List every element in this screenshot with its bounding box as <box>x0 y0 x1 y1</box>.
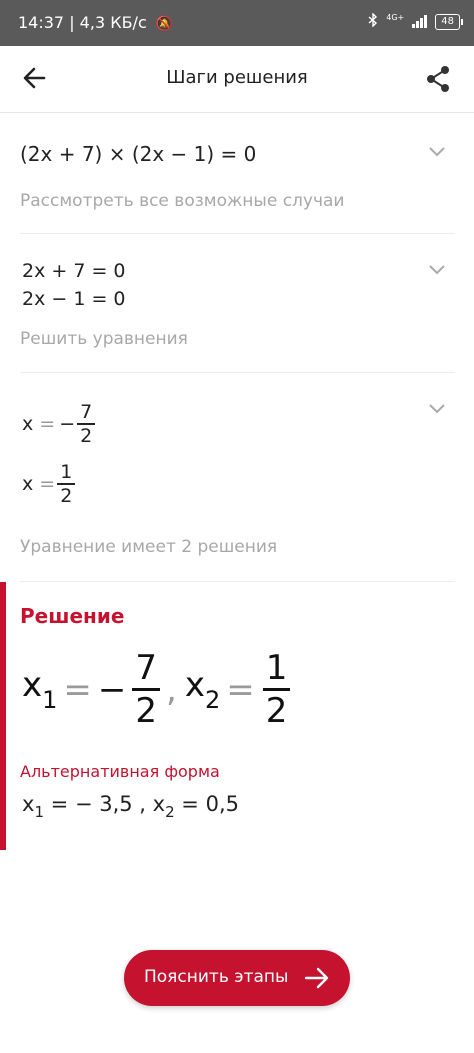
chevron-down-icon[interactable] <box>428 146 446 158</box>
arrow-right-icon <box>304 967 329 989</box>
step-2: 2x + 7 = 0 2x − 1 = 0 Решить уравнения <box>0 234 474 373</box>
chevron-down-icon[interactable] <box>428 264 446 276</box>
solution-result: x1 = − 7 2 , x2 = 1 2 <box>22 648 292 731</box>
step-3-x1: x = − 7 2 <box>22 401 97 447</box>
fraction: 1 2 <box>57 461 76 507</box>
status-right: 4G+ 48 <box>368 12 463 30</box>
fraction: 7 2 <box>77 401 96 447</box>
alternative-form-title: Альтернативная форма <box>20 762 220 781</box>
bluetooth-icon <box>368 12 378 30</box>
step-2-equation-1: 2x + 7 = 0 <box>22 260 126 282</box>
share-icon[interactable] <box>424 64 452 94</box>
step-3-description: Уравнение имеет 2 решения <box>20 537 278 557</box>
status-time: 14:37 <box>18 13 65 32</box>
status-bar: 14:37 | 4,3 КБ/с 🔕 4G+ 48 <box>0 0 474 46</box>
step-1-equation: (2x + 7) × (2x − 1) = 0 <box>20 142 257 166</box>
step-2-description: Решить уравнения <box>20 329 188 349</box>
step-3: x = − 7 2 x = 1 2 Уравнение имеет 2 реше… <box>0 373 474 582</box>
app-bar: Шаги решения <box>0 46 474 113</box>
step-2-equation-2: 2x − 1 = 0 <box>22 288 126 310</box>
page-title: Шаги решения <box>166 67 308 88</box>
battery-level: 48 <box>441 15 454 27</box>
fraction: 7 2 <box>132 648 161 731</box>
battery-icon: 48 <box>435 13 463 30</box>
solution-title: Решение <box>20 604 125 628</box>
step-3-x2: x = 1 2 <box>22 461 77 507</box>
chevron-down-icon[interactable] <box>428 403 446 415</box>
status-speed: | 4,3 КБ/с <box>69 13 147 32</box>
alternative-form-value: x1 = − 3,5 , x2 = 0,5 <box>22 792 239 821</box>
muted-bell-icon: 🔕 <box>155 16 174 32</box>
explain-steps-label: Пояснить этапы <box>144 967 289 987</box>
explain-steps-button[interactable]: Пояснить этапы <box>124 950 350 1006</box>
step-1-description: Рассмотреть все возможные случаи <box>20 191 345 211</box>
network-type: 4G+ <box>386 12 405 22</box>
status-left: 14:37 | 4,3 КБ/с 🔕 <box>18 13 173 32</box>
fraction: 1 2 <box>262 648 291 731</box>
solution-panel: Решение x1 = − 7 2 , x2 = 1 2 Альтернати… <box>0 582 474 850</box>
step-1: (2x + 7) × (2x − 1) = 0 Рассмотреть все … <box>0 112 474 234</box>
signal-icon <box>412 15 428 28</box>
